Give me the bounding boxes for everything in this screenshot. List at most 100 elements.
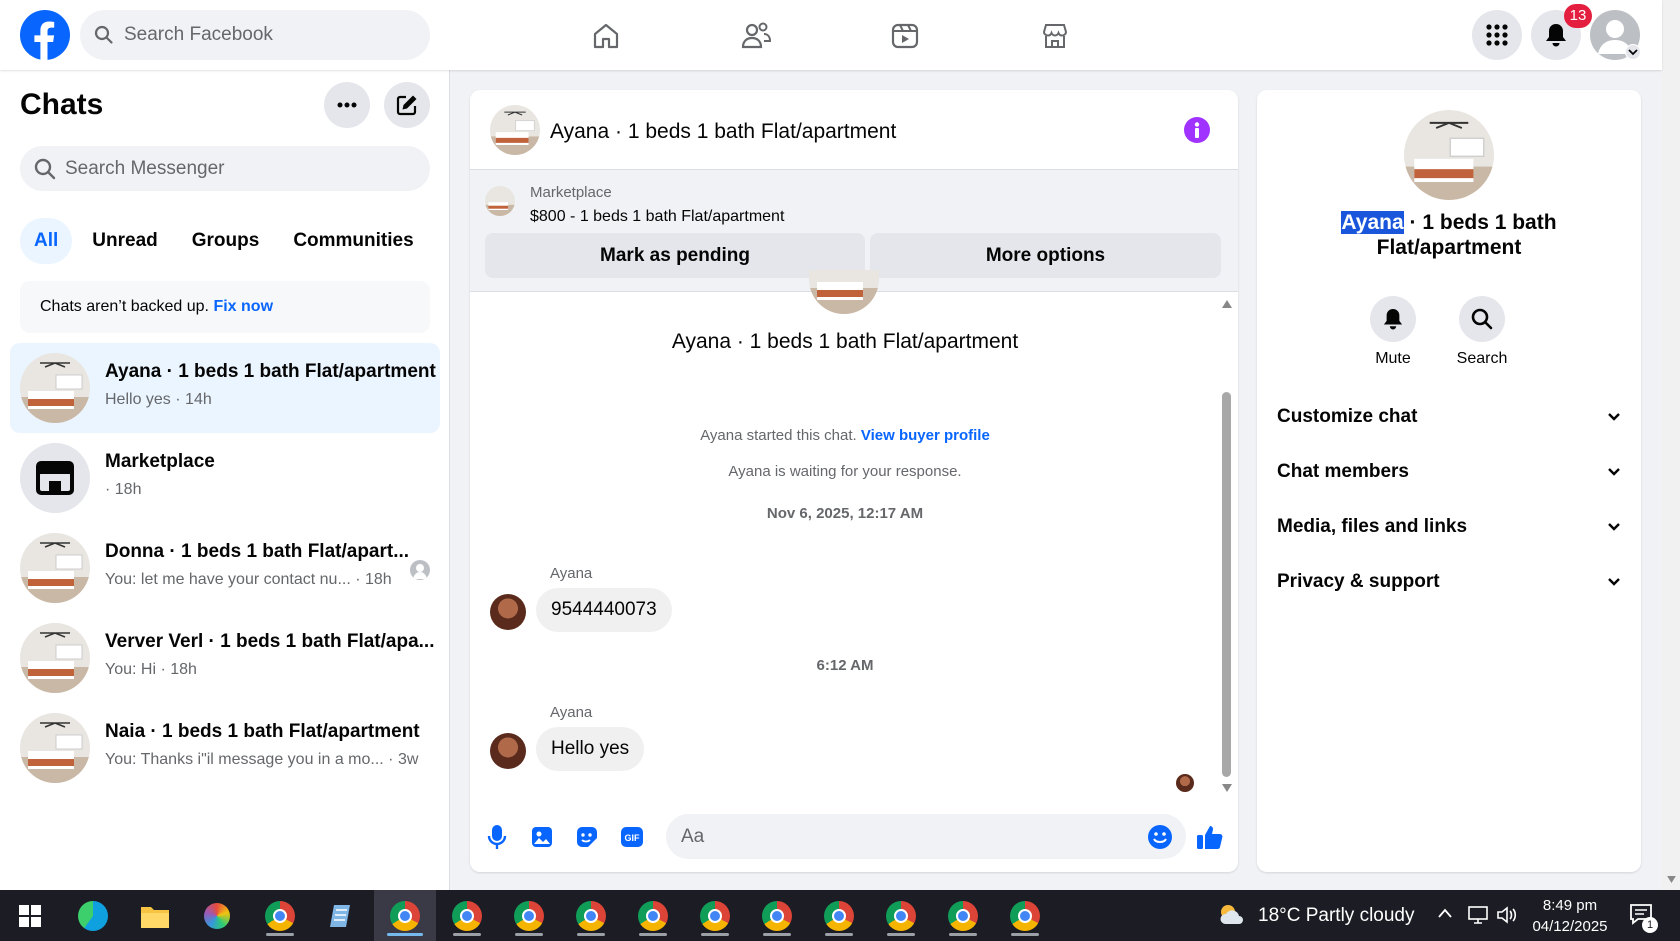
chrome-icon[interactable] <box>385 896 425 936</box>
video-icon[interactable] <box>882 13 928 59</box>
chat-item-naia[interactable]: Naia · 1 beds 1 bath Flat/apartment You:… <box>10 703 440 793</box>
search-in-chat-button[interactable]: Search <box>1447 296 1517 368</box>
chrome-icon[interactable] <box>695 896 735 936</box>
account-chevron-icon[interactable] <box>1625 44 1641 60</box>
message-bubble[interactable]: Hello yes <box>536 727 645 771</box>
conversation-panel: Ayana · 1 beds 1 bath Flat/apartment Mar… <box>470 90 1238 872</box>
messenger-search-input[interactable]: Search Messenger <box>20 146 430 191</box>
scroll-down-arrow-icon[interactable] <box>1222 784 1232 794</box>
chrome-icon[interactable] <box>447 896 487 936</box>
network-icon[interactable] <box>1467 905 1489 925</box>
menu-grid-icon[interactable] <box>1472 10 1522 60</box>
filter-all[interactable]: All <box>20 218 73 264</box>
chat-started-notice: Ayana started this chat. View buyer prof… <box>470 427 1220 444</box>
chevron-down-icon <box>1607 412 1621 422</box>
selected-name-text: Ayana <box>1341 211 1404 234</box>
marketplace-icon[interactable] <box>1032 13 1078 59</box>
chat-item-marketplace[interactable]: Marketplace · 18h <box>10 433 440 523</box>
chrome-icon[interactable] <box>571 896 611 936</box>
paint-app-icon[interactable] <box>197 896 237 936</box>
details-name-line2: Flat/apartment <box>1376 236 1522 259</box>
customize-chat-section[interactable]: Customize chat <box>1277 397 1621 437</box>
started-text: Ayana started this chat. <box>700 427 857 444</box>
chats-title: Chats <box>20 88 104 121</box>
friends-icon[interactable] <box>733 13 779 59</box>
chrome-icon[interactable] <box>819 896 859 936</box>
filter-unread[interactable]: Unread <box>78 218 171 264</box>
fix-now-link[interactable]: Fix now <box>213 298 273 315</box>
marketplace-avatar-icon <box>20 443 90 513</box>
section-label: Privacy & support <box>1277 571 1440 592</box>
conversation-avatar[interactable] <box>490 105 540 155</box>
chrome-icon[interactable] <box>260 896 300 936</box>
edge-browser-icon[interactable] <box>73 896 113 936</box>
chevron-up-icon[interactable] <box>1437 907 1453 919</box>
filter-groups[interactable]: Groups <box>178 218 274 264</box>
chat-filter-tabs: All Unread Groups Communities <box>20 218 428 264</box>
filter-communities[interactable]: Communities <box>279 218 427 264</box>
mute-button[interactable]: Mute <box>1358 296 1428 368</box>
chrome-icon[interactable] <box>881 896 921 936</box>
notepad-icon[interactable] <box>321 896 361 936</box>
mute-label: Mute <box>1375 350 1411 367</box>
compose-icon <box>396 94 418 116</box>
emoji-icon[interactable] <box>1145 822 1175 852</box>
chrome-icon[interactable] <box>1005 896 1045 936</box>
chat-name: Donna · 1 beds 1 bath Flat/apart... <box>105 541 410 562</box>
clock[interactable]: 8:49 pm 04/12/2025 <box>1520 895 1620 937</box>
home-icon[interactable] <box>583 13 629 59</box>
new-message-button[interactable] <box>384 82 430 128</box>
conversation-scrollbar[interactable] <box>1222 392 1231 777</box>
chrome-icon[interactable] <box>757 896 797 936</box>
privacy-support-section[interactable]: Privacy & support <box>1277 562 1621 602</box>
intro-avatar <box>809 270 879 314</box>
scroll-up-arrow-icon[interactable] <box>1222 300 1232 310</box>
chrome-icon[interactable] <box>943 896 983 936</box>
weather-cloud-icon[interactable] <box>1217 902 1247 928</box>
windows-start-icon[interactable] <box>10 896 50 936</box>
details-name: Ayana · 1 beds 1 bath Flat/apartment <box>1257 210 1641 260</box>
chrome-icon[interactable] <box>509 896 549 936</box>
listing-title[interactable]: $800 - 1 beds 1 bath Flat/apartment <box>530 208 784 226</box>
message-input[interactable]: Aa <box>666 814 1186 859</box>
messenger-search-placeholder: Search Messenger <box>65 157 225 179</box>
read-receipt-avatar <box>410 560 430 580</box>
more-options-button[interactable]: More options <box>870 233 1221 278</box>
chat-options-button[interactable] <box>324 82 370 128</box>
backup-text: Chats aren’t backed up. <box>40 298 209 315</box>
listing-photo-avatar <box>20 353 90 423</box>
chat-item-donna[interactable]: Donna · 1 beds 1 bath Flat/apart... You:… <box>10 523 440 613</box>
message-bubble[interactable]: 9544440073 <box>536 588 672 632</box>
info-icon[interactable] <box>1184 117 1210 143</box>
volume-icon[interactable] <box>1496 905 1518 925</box>
chat-members-section[interactable]: Chat members <box>1277 452 1621 492</box>
page-scroll-down-icon[interactable] <box>1667 876 1676 883</box>
facebook-logo-icon[interactable] <box>20 10 70 60</box>
thumbs-up-icon[interactable] <box>1195 822 1225 852</box>
conversation-title[interactable]: Ayana · 1 beds 1 bath Flat/apartment <box>550 120 896 144</box>
gif-icon[interactable]: GIF <box>617 822 647 852</box>
listing-thumbnail[interactable] <box>485 186 515 216</box>
message-composer: GIF Aa <box>470 802 1238 872</box>
chat-item-ayana[interactable]: Ayana · 1 beds 1 bath Flat/apartment Hel… <box>10 343 440 433</box>
details-avatar[interactable] <box>1404 110 1494 200</box>
chat-item-verververl[interactable]: Verver Verl · 1 beds 1 bath Flat/apa... … <box>10 613 440 703</box>
view-buyer-profile-link[interactable]: View buyer profile <box>861 427 990 444</box>
action-center-badge: 1 <box>1642 917 1658 933</box>
message-thread: Ayana · 1 beds 1 bath Flat/apartment Aya… <box>470 270 1238 794</box>
photo-icon[interactable] <box>527 822 557 852</box>
weather-text[interactable]: 18°C Partly cloudy <box>1258 905 1415 927</box>
chat-time: · 18h <box>355 571 392 588</box>
chrome-icon[interactable] <box>633 896 673 936</box>
media-files-links-section[interactable]: Media, files and links <box>1277 507 1621 547</box>
chat-preview-text: You: Hi <box>105 661 156 678</box>
sender-avatar[interactable] <box>490 594 526 630</box>
facebook-search-input[interactable]: Search Facebook <box>80 10 430 60</box>
page-scrollbar[interactable] <box>1662 0 1680 890</box>
mark-as-pending-button[interactable]: Mark as pending <box>485 233 865 278</box>
file-explorer-icon[interactable] <box>135 896 175 936</box>
sticker-icon[interactable] <box>572 822 602 852</box>
details-name-rest: · 1 beds 1 bath <box>1403 211 1557 234</box>
microphone-icon[interactable] <box>482 822 512 852</box>
sender-avatar[interactable] <box>490 733 526 769</box>
